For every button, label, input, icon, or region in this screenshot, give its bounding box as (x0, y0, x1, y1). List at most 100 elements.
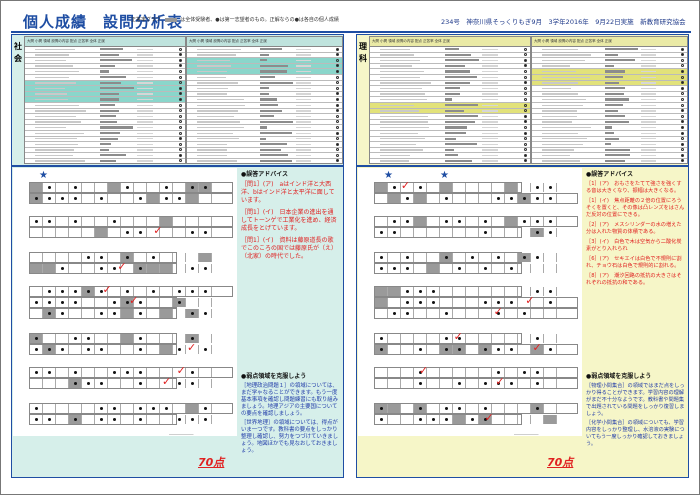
answer-cell (375, 415, 388, 424)
row-number (482, 110, 498, 112)
rate-bar (259, 81, 294, 84)
answer-row (17, 297, 212, 308)
row-text (542, 126, 591, 129)
result-mark (524, 58, 527, 62)
rate-bar (100, 137, 119, 140)
answer-cell (531, 309, 544, 318)
answer-cell (401, 228, 414, 237)
answer-cell (199, 404, 212, 413)
answer-cell (440, 264, 453, 273)
row-number (640, 121, 656, 123)
row-number (295, 98, 311, 101)
result-mark (179, 114, 182, 118)
answer-dot (419, 290, 422, 293)
result-mark (179, 137, 182, 141)
rate-bar (604, 143, 612, 146)
rate-bar (259, 137, 267, 140)
row-number (640, 93, 656, 95)
answer-cell (95, 183, 108, 192)
answer-cell (479, 264, 492, 273)
row-text (35, 87, 65, 90)
answer-cell (492, 287, 505, 296)
answer-cell (147, 309, 160, 318)
result-mark (524, 142, 527, 146)
result-mark (179, 58, 182, 62)
result-mark (681, 58, 684, 62)
answer-row (362, 344, 578, 355)
answer-cell (505, 183, 518, 192)
row-text (197, 154, 228, 157)
answer-dot (191, 418, 194, 421)
answer-cell (147, 415, 160, 424)
answer-cell (479, 217, 492, 226)
answer-cell (466, 228, 479, 237)
rate-bar (604, 126, 612, 129)
answer-dot (152, 256, 155, 259)
answer-cell (186, 194, 199, 203)
rate-bar (259, 109, 283, 112)
result-mark (336, 53, 339, 57)
rate-bar (604, 75, 623, 79)
answer-cell (108, 309, 121, 318)
answer-cell (401, 217, 414, 226)
row-number (640, 138, 656, 140)
answer-cell (466, 334, 479, 343)
answer-cell (134, 194, 147, 203)
answer-dot (126, 371, 129, 374)
result-mark (524, 131, 527, 135)
answer-dot (406, 197, 409, 200)
answer-cell (173, 183, 186, 192)
answer-cell (414, 194, 427, 203)
answer-dot (48, 371, 51, 374)
answer-cell (108, 345, 121, 354)
answer-cell (95, 415, 108, 424)
result-mark (336, 148, 339, 152)
answer-cell (43, 415, 56, 424)
answer-row (17, 286, 233, 297)
answer-cell (95, 309, 108, 318)
answer-cell (56, 194, 69, 203)
answer-cell (440, 309, 453, 318)
check-mark-icon: ✓ (187, 341, 197, 354)
check-mark-icon: ✓ (176, 364, 186, 377)
row-number (482, 121, 498, 123)
result-mark (681, 92, 684, 96)
answer-cell (414, 253, 427, 262)
answer-cell (479, 194, 492, 203)
rate-bar (604, 59, 635, 62)
answer-cell (30, 345, 43, 354)
answer-row (17, 344, 212, 355)
row-text (380, 160, 409, 162)
answer-row (362, 403, 578, 414)
rate-bar (604, 131, 614, 135)
result-mark (681, 109, 684, 113)
answer-dot (484, 407, 487, 410)
row-number (137, 104, 153, 106)
answer-cell (492, 183, 505, 192)
answer-cell (544, 183, 557, 192)
rate-bar (259, 148, 281, 151)
result-mark (336, 131, 339, 135)
answer-dot (165, 197, 168, 200)
answer-cell (388, 404, 401, 413)
answer-cell (69, 415, 82, 424)
row-number (482, 48, 498, 50)
result-mark (681, 53, 684, 57)
answer-cell (427, 334, 440, 343)
answer-cell (414, 228, 427, 237)
answer-cell (69, 194, 82, 203)
answer-cell (108, 404, 121, 413)
answer-dot (48, 418, 51, 421)
row-text (35, 154, 74, 157)
answer-cell (453, 253, 466, 262)
row-text (542, 110, 577, 112)
answer-cell (108, 183, 121, 192)
answer-dot (393, 231, 396, 234)
answer-cell (505, 368, 518, 377)
answer-cell (427, 345, 440, 354)
answer-cell (492, 264, 505, 273)
row-number (640, 149, 656, 151)
answer-cell (440, 183, 453, 192)
answer-dot (406, 290, 409, 293)
answer-cell (440, 368, 453, 377)
